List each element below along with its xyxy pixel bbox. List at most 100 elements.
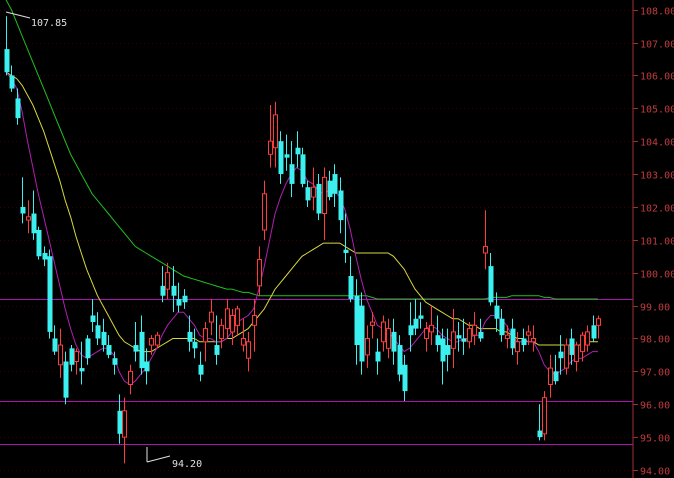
candle-body (343, 249, 349, 253)
candle-body (548, 367, 553, 386)
y-tick-label: 100.00 (640, 270, 674, 281)
y-tick-label: 104.00 (640, 138, 674, 149)
candle-body (47, 256, 53, 332)
candle-body (176, 299, 182, 306)
candle-body (521, 338, 527, 346)
y-tick-label: 98.00 (640, 335, 670, 346)
candle-body (300, 154, 306, 184)
candle-body (230, 314, 235, 333)
candle[interactable] (36, 226, 42, 260)
candle-body (316, 183, 322, 214)
candle-body (505, 334, 510, 339)
candle-body (585, 331, 590, 346)
candle-body (365, 337, 370, 356)
candle-body (90, 315, 96, 323)
candle-body (424, 328, 429, 339)
candle-body (332, 174, 338, 194)
candle-body (219, 324, 224, 339)
candle-body (187, 331, 193, 342)
candle-body (375, 351, 381, 362)
y-tick-label: 96.00 (640, 401, 670, 412)
candle-body (165, 272, 170, 290)
candle-body (494, 305, 500, 319)
candle-body (289, 164, 295, 184)
candle-body (305, 187, 311, 201)
candle-body (569, 338, 575, 355)
high-price-label: 107.85 (31, 18, 67, 29)
candle-body (526, 331, 531, 336)
candle[interactable] (47, 249, 53, 339)
candle-body (192, 341, 198, 349)
candle-body (322, 176, 327, 215)
candle-body (542, 397, 547, 435)
candle-body (15, 98, 21, 119)
candle-body (467, 328, 472, 343)
candle-body (20, 206, 26, 214)
candle-body (284, 154, 290, 158)
candle-body (63, 361, 69, 398)
candle-body (338, 190, 344, 221)
candle-body (499, 318, 505, 336)
candle-body (36, 229, 42, 257)
candle-body (435, 335, 441, 346)
candle-body (69, 348, 75, 365)
candle-body (252, 314, 257, 326)
candle-body (117, 410, 123, 434)
candle-body (257, 259, 262, 287)
candle-body (85, 338, 91, 359)
y-tick-label: 108.00 (640, 7, 674, 18)
candle-body (456, 335, 462, 339)
candle-body (171, 285, 177, 296)
candle-body (262, 193, 267, 231)
candle-body (246, 341, 251, 359)
candle-body (182, 295, 188, 303)
candle-body (531, 337, 536, 343)
candle-body (214, 345, 220, 355)
candle-body (370, 321, 375, 326)
candle-body (354, 295, 360, 346)
candle-body (4, 49, 10, 73)
candle-body (391, 331, 397, 352)
candle-body (558, 351, 564, 359)
candle-body (472, 324, 477, 336)
candle-body (381, 321, 386, 343)
candle-body (413, 318, 419, 329)
candle[interactable] (542, 391, 547, 441)
candle-body (402, 364, 408, 392)
candle-body (359, 305, 365, 362)
candle-body (155, 334, 160, 346)
candle-body (574, 344, 579, 362)
candle-body (440, 338, 446, 362)
y-tick-label: 103.00 (640, 171, 674, 182)
candle-body (225, 308, 230, 330)
low-price-label: 94.20 (172, 459, 202, 470)
price-chart[interactable]: 108.00 107.00 106.00 105.00 104.00 103.00 102.… (0, 0, 674, 478)
candle-body (9, 75, 15, 89)
candle-body (106, 345, 112, 355)
y-tick-label: 94.00 (640, 467, 670, 478)
candle-body (478, 331, 484, 339)
candle-body (537, 430, 543, 438)
candle-body (42, 252, 48, 260)
y-tick-label: 101.00 (640, 237, 674, 248)
candle-body (295, 147, 301, 155)
candle-body (553, 371, 559, 382)
candle-body (515, 341, 520, 353)
candle-body (483, 245, 488, 254)
candle-body (408, 325, 414, 336)
candle-body (144, 361, 150, 372)
candle-body (461, 338, 467, 342)
y-tick-label: 102.00 (640, 204, 674, 215)
candle-body (31, 213, 37, 234)
candle-body (580, 334, 585, 353)
candle-body (397, 345, 403, 375)
candle-body (510, 328, 516, 349)
candle-body (58, 344, 63, 366)
candle-body (488, 266, 494, 303)
candle-body (52, 338, 58, 352)
candle-body (348, 275, 354, 300)
candle-body (386, 328, 391, 349)
candle-body (198, 364, 204, 375)
candle-body (591, 325, 597, 339)
candle-body (112, 358, 118, 365)
